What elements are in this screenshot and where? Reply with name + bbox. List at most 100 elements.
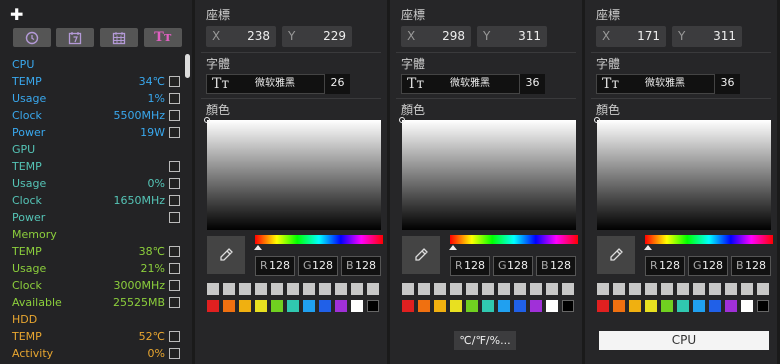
preset-swatch[interactable] [402,300,414,312]
sensor-checkbox[interactable] [169,195,180,206]
color-cursor[interactable] [594,117,600,123]
preset-swatch[interactable] [725,300,737,312]
hue-cursor[interactable] [254,245,262,250]
text-tool-button[interactable]: Tт [144,28,182,47]
preset-swatch[interactable] [466,300,478,312]
font-select[interactable]: Tт 微软雅黑 [596,74,732,94]
sensor-checkbox[interactable] [169,93,180,104]
preset-swatch[interactable] [482,283,494,295]
preset-swatch[interactable] [725,283,737,295]
preset-swatch[interactable] [562,283,574,295]
preset-swatch[interactable] [434,283,446,295]
hue-slider[interactable] [449,235,578,250]
calendar-tool-button[interactable] [100,28,138,47]
font-size-field[interactable]: 36 [714,74,740,94]
preset-swatch[interactable] [239,283,251,295]
font-size-field[interactable]: 26 [324,74,350,94]
preset-swatch[interactable] [709,283,721,295]
sensor-checkbox[interactable] [169,280,180,291]
preset-swatch[interactable] [562,300,574,312]
color-cursor[interactable] [399,117,405,123]
preset-swatch[interactable] [645,300,657,312]
preset-swatch[interactable] [546,283,558,295]
hue-slider[interactable] [644,235,773,250]
sensor-checkbox[interactable] [169,331,180,342]
preset-swatch[interactable] [335,300,347,312]
sensor-checkbox[interactable] [169,263,180,274]
eyedropper-button[interactable] [207,236,245,274]
b-field[interactable]: B 128 [731,256,771,276]
sensor-checkbox[interactable] [169,178,180,189]
preset-swatch[interactable] [613,300,625,312]
preset-swatch[interactable] [498,283,510,295]
sensor-checkbox[interactable] [169,348,180,359]
saturation-value-area[interactable] [204,117,381,230]
preset-swatch[interactable] [677,300,689,312]
preset-swatch[interactable] [223,283,235,295]
preset-swatch[interactable] [757,283,769,295]
preset-swatch[interactable] [514,283,526,295]
add-icon[interactable]: ✚ [10,7,23,23]
y-field[interactable]: Y 311 [672,26,742,47]
preset-swatch[interactable] [303,300,315,312]
preset-swatch[interactable] [255,300,267,312]
hue-slider[interactable] [254,235,383,250]
preset-swatch[interactable] [757,300,769,312]
y-field[interactable]: Y 229 [282,26,352,47]
preset-swatch[interactable] [319,300,331,312]
unit-select-button[interactable]: ℃/℉/%... [454,331,516,350]
preset-swatch[interactable] [351,300,363,312]
r-field[interactable]: R 128 [645,256,685,276]
preset-swatch[interactable] [597,300,609,312]
preset-swatch[interactable] [709,300,721,312]
hue-cursor[interactable] [449,245,457,250]
preset-swatch[interactable] [629,283,641,295]
eyedropper-button[interactable] [402,236,440,274]
preset-swatch[interactable] [530,283,542,295]
g-field[interactable]: G 128 [298,256,338,276]
preset-swatch[interactable] [597,283,609,295]
font-select[interactable]: Tт 微软雅黑 [206,74,342,94]
preset-swatch[interactable] [434,300,446,312]
preset-swatch[interactable] [498,300,510,312]
preset-swatch[interactable] [466,283,478,295]
sensor-checkbox[interactable] [169,297,180,308]
preset-swatch[interactable] [741,283,753,295]
preset-swatch[interactable] [693,300,705,312]
preset-swatch[interactable] [271,283,283,295]
preset-swatch[interactable] [482,300,494,312]
preset-swatch[interactable] [402,283,414,295]
preset-swatch[interactable] [530,300,542,312]
color-cursor[interactable] [204,117,210,123]
preset-swatch[interactable] [741,300,753,312]
preset-swatch[interactable] [303,283,315,295]
r-field[interactable]: R 128 [450,256,490,276]
preset-swatch[interactable] [239,300,251,312]
x-field[interactable]: X 171 [596,26,666,47]
preset-swatch[interactable] [613,283,625,295]
text-input[interactable]: CPU [599,331,769,350]
preset-swatch[interactable] [207,283,219,295]
sensor-checkbox[interactable] [169,212,180,223]
font-size-field[interactable]: 36 [519,74,545,94]
preset-swatch[interactable] [546,300,558,312]
sensor-checkbox[interactable] [169,161,180,172]
saturation-value-area[interactable] [399,117,576,230]
preset-swatch[interactable] [418,300,430,312]
preset-swatch[interactable] [255,283,267,295]
preset-swatch[interactable] [629,300,641,312]
preset-swatch[interactable] [677,283,689,295]
preset-swatch[interactable] [693,283,705,295]
date-tool-button[interactable] [56,28,94,47]
x-field[interactable]: X 298 [401,26,471,47]
preset-swatch[interactable] [450,300,462,312]
sensor-checkbox[interactable] [169,110,180,121]
hue-cursor[interactable] [644,245,652,250]
preset-swatch[interactable] [367,300,379,312]
sensor-checkbox[interactable] [169,76,180,87]
sensor-checkbox[interactable] [169,246,180,257]
preset-swatch[interactable] [271,300,283,312]
g-field[interactable]: G 128 [688,256,728,276]
y-field[interactable]: Y 311 [477,26,547,47]
preset-swatch[interactable] [287,283,299,295]
